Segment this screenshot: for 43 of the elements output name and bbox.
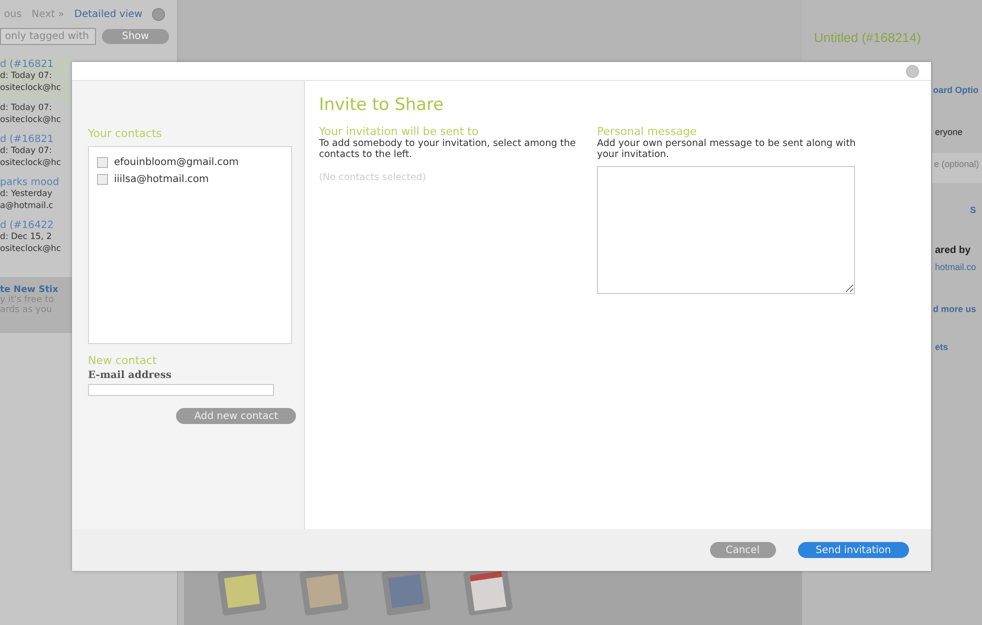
contacts-heading: Your contacts	[88, 127, 163, 140]
contact-checkbox[interactable]	[97, 157, 108, 168]
send-invitation-button[interactable]: Send invitation	[798, 542, 909, 558]
board-date: d: Today 07:	[0, 102, 53, 114]
contact-email[interactable]: iiilsa@hotmail.com	[114, 174, 209, 185]
email-label: E-mail address	[88, 370, 172, 381]
contact-email[interactable]: efouinbloom@gmail.com	[114, 157, 239, 168]
board-owner: ositeclock@hc	[0, 243, 62, 255]
board-title-link[interactable]: d (#16821	[0, 134, 70, 145]
board-title-link[interactable]: parks mood	[0, 177, 70, 188]
recipients-hint: To add somebody to your invitation, select among the contacts to the left.	[319, 138, 577, 160]
new-contact-heading: New contact	[88, 354, 158, 367]
add-contact-button[interactable]: Add new contact	[176, 408, 296, 424]
tag-filter-field[interactable]: only tagged with	[0, 28, 96, 45]
cancel-button[interactable]: Cancel	[710, 542, 776, 558]
close-icon[interactable]	[152, 8, 166, 20]
audience-text: eryone	[934, 127, 964, 137]
note-field[interactable]: e (optional)	[932, 153, 982, 183]
board-title-link[interactable]: d (#16422	[0, 220, 70, 231]
board-title-link[interactable]: d (#16821	[0, 59, 70, 70]
message-hint: Add your own personal message to be sent along with your invitation.	[597, 138, 857, 160]
previous-link[interactable]: ous	[4, 8, 22, 20]
board-date: d: Yesterday	[0, 188, 54, 200]
create-board-link[interactable]: te New Stix	[0, 285, 72, 295]
board-title: Untitled (#168214)	[813, 30, 922, 45]
board-date: d: Today 07:	[0, 70, 53, 82]
board-owner: ositeclock@hc	[0, 157, 62, 169]
contact-checkbox[interactable]	[97, 174, 108, 185]
board-owner: ositeclock@hc	[0, 114, 62, 126]
close-icon[interactable]	[906, 64, 919, 78]
detailed-view-link[interactable]: Detailed view	[74, 8, 142, 20]
board-date: d: Today 07:	[0, 145, 53, 157]
message-textarea[interactable]	[597, 166, 855, 294]
board-date: d: Dec 15, 2	[0, 231, 53, 243]
email-input[interactable]	[88, 384, 274, 396]
message-heading: Personal message	[597, 125, 698, 138]
dialog-title: Invite to Share	[319, 95, 445, 115]
board-owner: ositeclock@hc	[0, 82, 62, 94]
shared-by-heading: ared by	[934, 245, 972, 256]
recipients-heading: Your invitation will be sent to	[319, 125, 480, 138]
next-link[interactable]: Next »	[32, 8, 64, 20]
board-owner: a@hotmail.c	[0, 200, 54, 212]
show-button[interactable]: Show	[102, 29, 169, 44]
